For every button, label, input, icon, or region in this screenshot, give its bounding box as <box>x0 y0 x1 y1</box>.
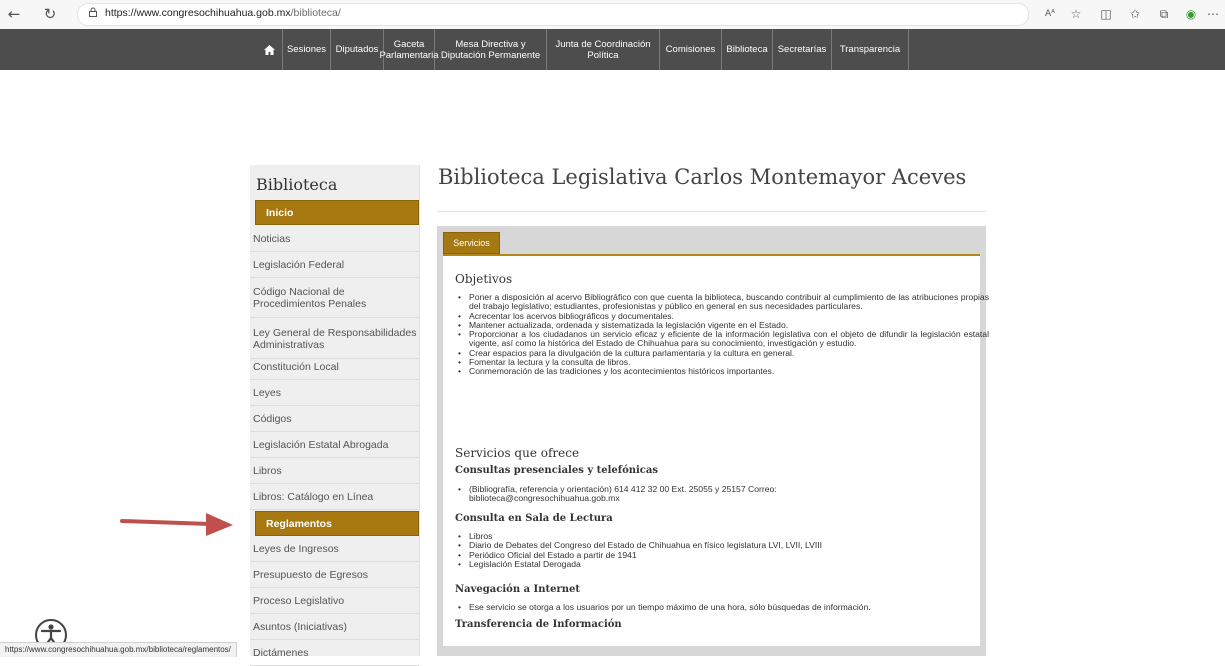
nav-diputados[interactable]: Diputados <box>331 29 384 70</box>
url-path: /biblioteca/ <box>290 7 341 19</box>
site-nav-items: Sesiones Diputados Gaceta Parlamentaria … <box>256 29 909 70</box>
consultas-heading: Consultas presenciales y telefónicas <box>455 465 659 476</box>
nav-comisiones[interactable]: Comisiones <box>660 29 722 70</box>
internet-list: Ese servicio se otorga a los usuarios po… <box>457 602 989 612</box>
nav-junta-coordinacion[interactable]: Junta de Coordinación Política <box>547 29 660 70</box>
sala-lectura-list: Libros Diario de Debates del Congreso de… <box>457 531 989 569</box>
status-bar-url: https://www.congresochihuahua.gob.mx/bib… <box>0 642 237 657</box>
sidebar-item-legislacion-federal[interactable]: Legislación Federal <box>250 253 419 278</box>
page-info-icon[interactable] <box>88 7 98 17</box>
objetivos-heading: Objetivos <box>455 272 513 286</box>
favorites-icon[interactable]: ✩ <box>1127 6 1143 22</box>
sidebar-item-reglamentos[interactable]: Reglamentos <box>255 511 419 536</box>
list-item: Legislación Estatal Derogada <box>458 559 989 569</box>
sidebar-item-codigos[interactable]: Códigos <box>250 407 419 432</box>
sidebar-title: Biblioteca <box>256 175 338 194</box>
sidebar-item-inicio[interactable]: Inicio <box>255 200 419 225</box>
nav-sesiones[interactable]: Sesiones <box>283 29 331 70</box>
reload-icon[interactable]: ↻ <box>40 4 60 24</box>
back-arrow-icon[interactable]: ← <box>4 4 24 24</box>
list-item: Proporcionar a los ciudadanos un servici… <box>458 330 989 349</box>
page-title: Biblioteca Legislativa Carlos Montemayor… <box>438 165 967 189</box>
sidebar-item-ley-general-responsabilidades[interactable]: Ley General de Responsabilidades Adminis… <box>250 319 419 359</box>
sidebar-item-asuntos-iniciativas[interactable]: Asuntos (Iniciativas) <box>250 615 419 640</box>
sidebar-item-dictamenes[interactable]: Dictámenes <box>250 641 419 666</box>
url-domain: https://www.congresochihuahua.gob.mx <box>105 7 291 19</box>
sidebar-item-leyes-ingresos[interactable]: Leyes de Ingresos <box>250 537 419 562</box>
split-screen-icon[interactable]: ◫ <box>1098 6 1114 22</box>
list-item: Ese servicio se otorga a los usuarios po… <box>458 602 989 612</box>
servicios-heading: Servicios que ofrece <box>455 446 580 460</box>
more-menu-icon[interactable]: ⋯ <box>1205 6 1221 22</box>
tab-servicios[interactable]: Servicios <box>443 232 500 254</box>
browser-toolbar: ← ↻ https://www.congresochihuahua.gob.mx… <box>0 0 1225 30</box>
nav-biblioteca[interactable]: Biblioteca <box>722 29 773 70</box>
site-nav: Sesiones Diputados Gaceta Parlamentaria … <box>0 29 1225 70</box>
read-aloud-icon[interactable]: Aᴬ <box>1040 6 1060 22</box>
red-arrow-icon <box>120 513 233 536</box>
title-divider <box>437 211 986 212</box>
list-item: Poner a disposición al acervo Bibliográf… <box>458 292 989 312</box>
extension-icon[interactable]: ◉ <box>1183 6 1199 22</box>
internet-heading: Navegación a Internet <box>455 584 580 595</box>
consultas-list: (Bibliografía, referencia y orientación)… <box>457 484 829 504</box>
sidebar-item-presupuesto-egresos[interactable]: Presupuesto de Egresos <box>250 563 419 588</box>
home-icon[interactable] <box>256 29 283 70</box>
sala-lectura-heading: Consulta en Sala de Lectura <box>455 513 613 524</box>
nav-mesa-directiva[interactable]: Mesa Directiva y Diputación Permanente <box>435 29 547 70</box>
address-bar[interactable]: https://www.congresochihuahua.gob.mx/bib… <box>77 3 1029 26</box>
sidebar-item-libros-catalogo[interactable]: Libros: Catálogo en Línea <box>250 485 419 510</box>
sidebar-item-libros[interactable]: Libros <box>250 459 419 484</box>
nav-transparencia[interactable]: Transparencia <box>832 29 909 70</box>
sidebar: Biblioteca Inicio Noticias Legislación F… <box>250 165 420 666</box>
objetivos-list: Poner a disposición al acervo Bibliográf… <box>457 292 989 377</box>
sidebar-item-constitucion-local[interactable]: Constitución Local <box>250 355 419 380</box>
list-item: Conmemoración de las tradiciones y los a… <box>458 367 989 377</box>
url-text: https://www.congresochihuahua.gob.mx/bib… <box>105 7 341 19</box>
collections-icon[interactable]: ⧉ <box>1156 6 1172 22</box>
sidebar-item-proceso-legislativo[interactable]: Proceso Legislativo <box>250 589 419 614</box>
sidebar-item-codigo-nacional[interactable]: Código Nacional de Procedimientos Penale… <box>250 278 419 318</box>
favorite-star-icon[interactable]: ☆ <box>1068 6 1084 22</box>
list-item: (Bibliografía, referencia y orientación)… <box>458 484 829 504</box>
nav-gaceta-parlamentaria[interactable]: Gaceta Parlamentaria <box>379 29 439 70</box>
nav-secretarias[interactable]: Secretarías <box>773 29 832 70</box>
transferencia-heading: Transferencia de Información <box>455 619 622 630</box>
sidebar-item-leyes[interactable]: Leyes <box>250 381 419 406</box>
sidebar-item-legislacion-abrogada[interactable]: Legislación Estatal Abrogada <box>250 433 419 458</box>
sidebar-item-noticias[interactable]: Noticias <box>250 227 419 252</box>
